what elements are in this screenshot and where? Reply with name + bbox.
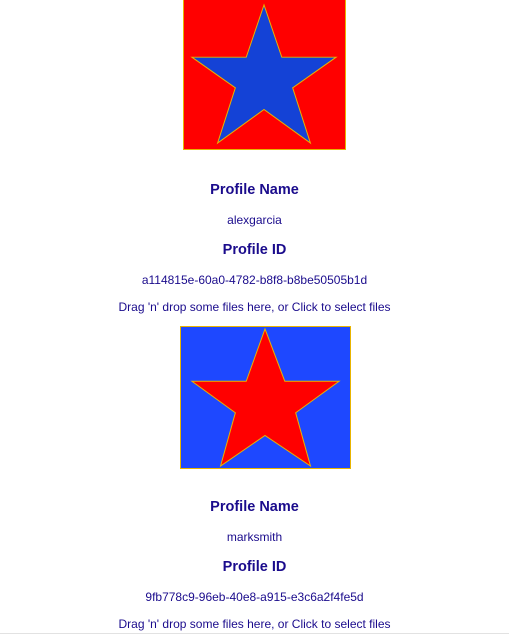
profile-list: Profile Name alexgarcia Profile ID a1148…	[0, 0, 509, 637]
file-dropzone[interactable]: Drag 'n' drop some files here, or Click …	[0, 299, 509, 315]
profile-name-heading: Profile Name	[210, 182, 299, 198]
star-icon	[181, 327, 350, 468]
profile-id-value: a114815e-60a0-4782-b8f8-b8be50505b1d	[141, 273, 368, 287]
star-icon	[184, 0, 345, 149]
profile-name-heading: Profile Name	[210, 499, 299, 515]
profile-name-value: marksmith	[226, 530, 283, 544]
profile-name-value: alexgarcia	[227, 213, 282, 227]
profile-id-heading: Profile ID	[222, 559, 287, 575]
profile-id-heading: Profile ID	[222, 242, 287, 258]
profile-avatar	[183, 0, 346, 150]
profile-avatar	[180, 326, 351, 469]
file-dropzone[interactable]: Drag 'n' drop some files here, or Click …	[0, 616, 509, 632]
divider	[0, 633, 509, 634]
profile-id-value: 9fb778c9-96eb-40e8-a915-e3c6a2f4fe5d	[145, 590, 364, 604]
